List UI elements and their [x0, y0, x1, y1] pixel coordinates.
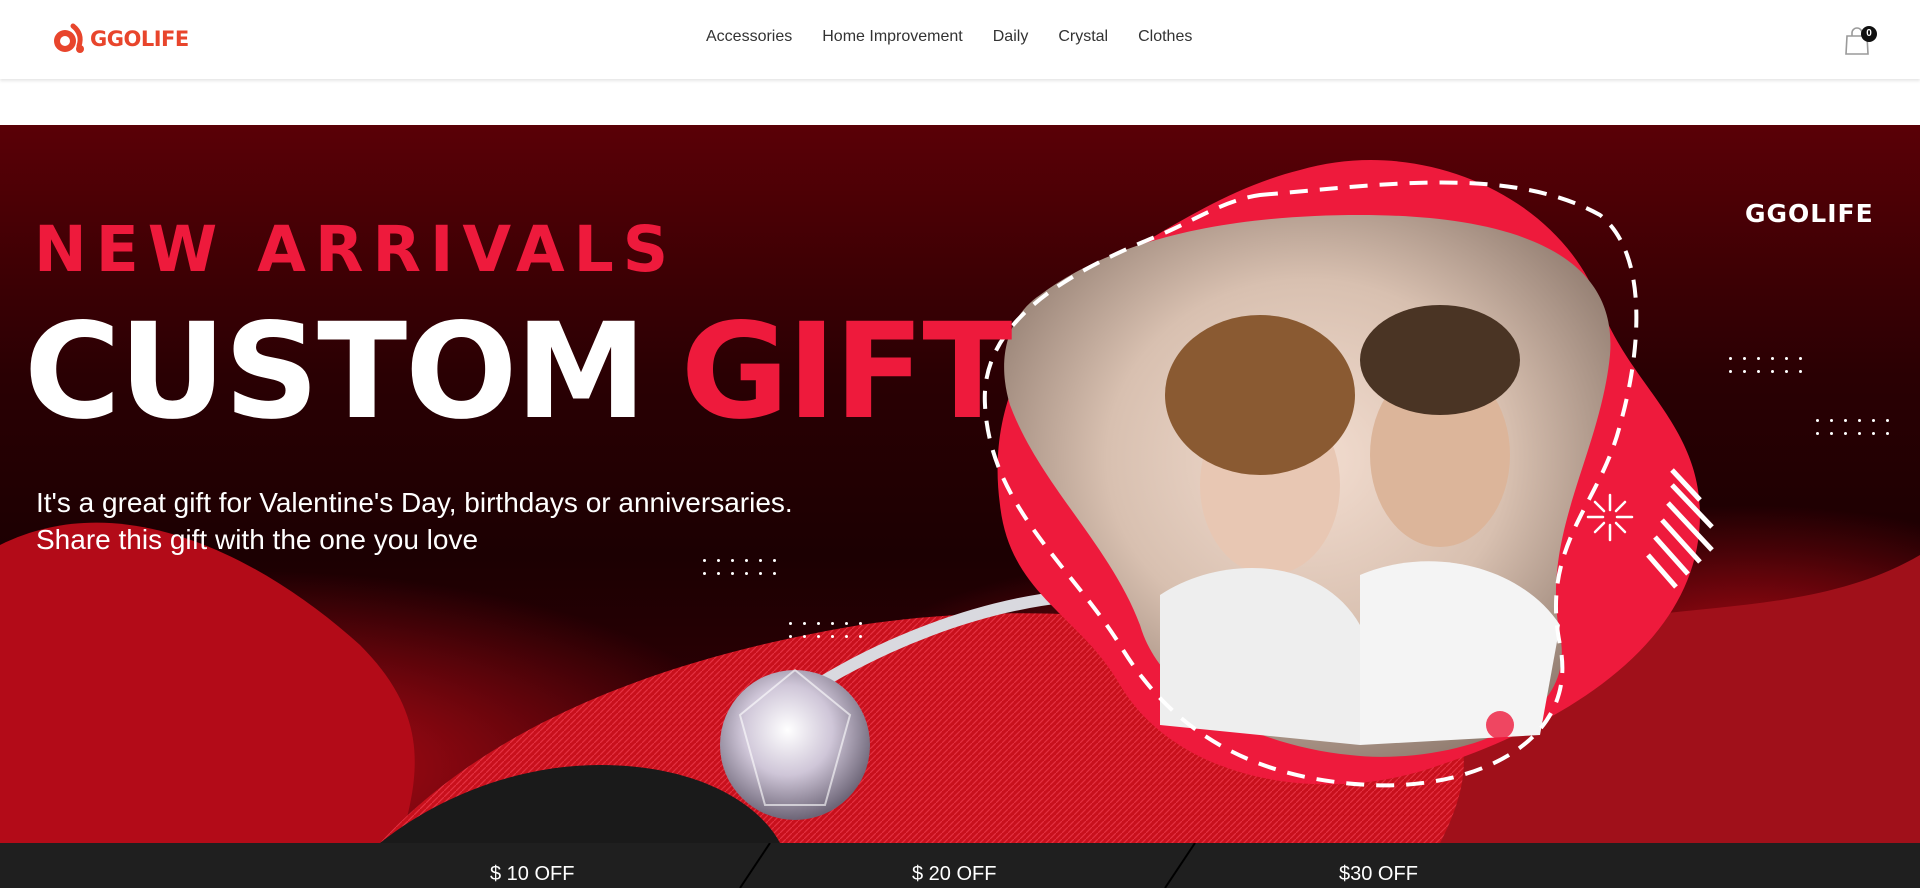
hero-banner[interactable]: NEW ARRIVALS CUSTOM GIFT It's a great gif…	[0, 125, 1920, 843]
decor-dots-2	[789, 622, 863, 639]
coupon-10-off[interactable]: $ 10 OFF	[490, 863, 574, 886]
hero-eyebrow: NEW ARRIVALS	[34, 213, 678, 286]
satin-fold-left	[0, 522, 415, 843]
nav-item-clothes[interactable]: Clothes	[1138, 28, 1192, 46]
site-header: GGOLIFE Accessories Home Improvement Dai…	[0, 0, 1920, 79]
decor-dots-1	[703, 559, 777, 576]
decor-dots-3	[1729, 357, 1803, 374]
site-logo[interactable]: GGOLIFE	[53, 20, 189, 58]
nav-item-home-improvement[interactable]: Home Improvement	[822, 28, 963, 46]
cart-count-badge: 0	[1861, 26, 1877, 42]
nav-item-accessories[interactable]: Accessories	[706, 28, 792, 46]
main-nav: Accessories Home Improvement Daily Cryst…	[706, 28, 1192, 46]
logo-mark-icon	[54, 23, 84, 53]
hero-title-main: CUSTOM	[24, 295, 647, 449]
coupon-strip: $ 10 OFF $ 20 OFF $30 OFF	[0, 843, 1920, 888]
nav-item-crystal[interactable]: Crystal	[1058, 28, 1108, 46]
hero-title-accent: GIFT	[680, 295, 1013, 449]
logo-text: GGOLIFE	[90, 27, 189, 51]
hero-brand-mark: GGOLIFE	[1745, 199, 1874, 228]
hero-description: It's a great gift for Valentine's Day, b…	[36, 484, 793, 558]
nav-item-daily[interactable]: Daily	[993, 28, 1029, 46]
coupon-20-off[interactable]: $ 20 OFF	[912, 863, 996, 886]
hero-title: CUSTOM GIFT	[24, 295, 1013, 449]
coupon-30-off[interactable]: $30 OFF	[1339, 863, 1418, 886]
coupon-divider	[1164, 843, 1196, 888]
hero-description-line1: It's a great gift for Valentine's Day, b…	[36, 487, 793, 518]
hero-description-line2: Share this gift with the one you love	[36, 524, 479, 555]
diamond	[720, 670, 870, 820]
coupon-divider	[739, 843, 771, 888]
decor-dots-4	[1816, 419, 1890, 436]
